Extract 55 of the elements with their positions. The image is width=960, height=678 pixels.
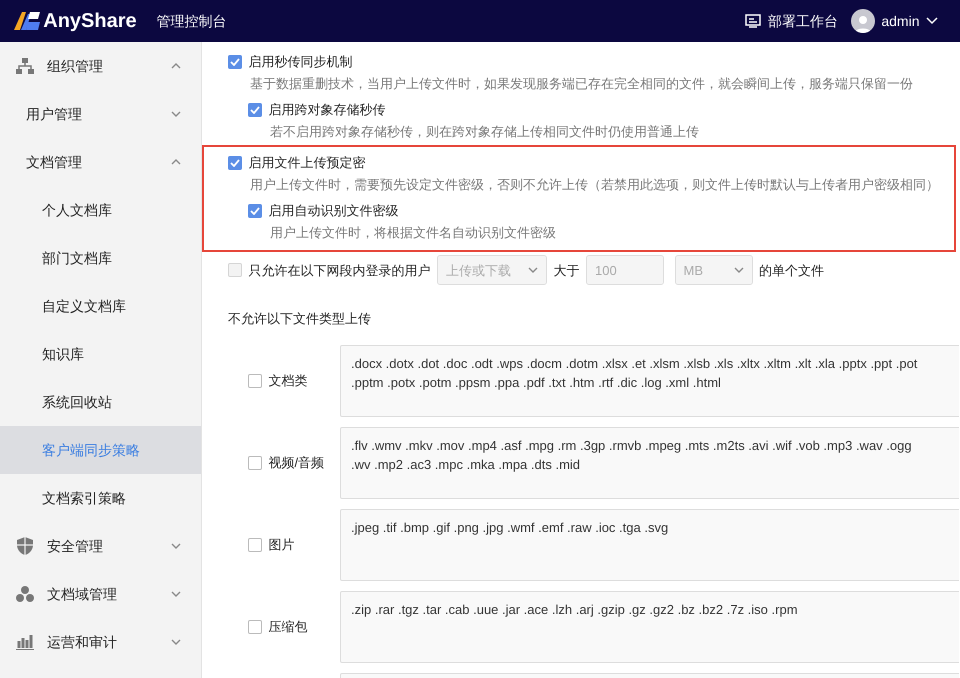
checkbox[interactable]	[228, 156, 242, 170]
option-description: 用户上传文件时，需要预先设定文件密级，否则不允许上传（若禁用此选项，则文件上传时默认与上传者用户密级相同）	[250, 176, 940, 194]
org-chart-icon	[16, 58, 34, 74]
checkbox[interactable]	[248, 538, 262, 552]
sidebar-item[interactable]: 部门文档库	[0, 234, 201, 282]
checkbox[interactable]	[248, 456, 262, 470]
circles-icon	[16, 586, 34, 602]
bar-chart-icon	[16, 634, 34, 650]
sidebar-item[interactable]: 用户管理	[0, 90, 201, 138]
category-label: 文档类	[268, 372, 308, 390]
chevron-up-icon[interactable]	[171, 63, 181, 69]
option-label: 启用秒传同步机制	[248, 53, 352, 72]
logo-icon	[14, 12, 40, 30]
sidebar-item[interactable]: 知识库	[0, 330, 201, 378]
checkbox[interactable]	[248, 374, 262, 388]
sidebar-item[interactable]: 运营和审计	[0, 618, 201, 666]
option-description: 若不启用跨对象存储秒传，则在跨对象存储上传相同文件时仍使用普通上传	[270, 122, 700, 140]
option-label: 启用自动识别文件密级	[268, 202, 398, 220]
user-name[interactable]: admin	[881, 10, 920, 32]
sidebar-item[interactable]: 文档索引策略	[0, 474, 201, 522]
option-description: 用户上传文件时，将根据文件名自动识别文件密级	[270, 224, 557, 242]
checkbox[interactable]	[248, 102, 262, 116]
option-label: 只允许在以下网段内登录的用户	[248, 262, 430, 280]
extensions-field[interactable]: .zip .rar .tgz .tar .cab .uue .jar .ace .lzh .arj .gzip .gz .gz2 .bz .bz2 .7z .iso .rpm	[340, 590, 959, 663]
sidebar-item[interactable]: 安全管理	[0, 522, 201, 570]
chevron-down-icon	[734, 267, 744, 274]
sidebar-item[interactable]: 文档管理	[0, 138, 201, 186]
sidebar-item[interactable]: 系统回收站	[0, 378, 201, 426]
sidebar-item[interactable]: 组织管理	[0, 42, 201, 90]
option-description: 基于数据重删技术，当用户上传文件时，如果发现服务端已存在完全相同的文件，就会瞬间上传，服务端只保留一份	[250, 75, 914, 93]
extensions-field[interactable]: .docx .dotx .dot .doc .odt .wps .docm .dotm .xlsx .et .xlsm .xlsb .xls .xltx .xltm .xlt .xla .pptx .ppt .pot .pptm .potx .potm .ppsm .ppa .pdf .txt .htm .rtf .dic .log .xml .html	[340, 344, 959, 417]
chevron-down-icon	[528, 267, 538, 274]
extensions-field[interactable]: .flv .wmv .mkv .mov .mp4 .asf .mpg .rm .3gp .rmvb .mpeg .mts .m2ts .avi .wif .vob .mp3 .wav .ogg .wv .mp2 .ac3 .mpc .mka .mpa .dts .mid	[340, 426, 959, 499]
monitor-icon	[745, 14, 762, 28]
size-label: 大于	[554, 262, 580, 280]
extensions-field[interactable]: .jpeg .tif .bmp .gif .png .jpg .wmf .emf .raw .ioc .tga .svg	[340, 508, 959, 581]
sidebar-item[interactable]: 文档域管理	[0, 570, 201, 618]
option-label: 启用文件上传预定密	[248, 154, 366, 172]
logo-text: AnyShare	[43, 9, 137, 34]
section-title: 不允许以下文件类型上传	[228, 310, 372, 328]
option-label: 启用跨对象存储秒传	[268, 100, 386, 119]
sidebar-item[interactable]: 自定义文档库	[0, 282, 201, 330]
checkbox[interactable]	[228, 55, 242, 69]
category-label: 图片	[268, 536, 294, 554]
avatar-icon	[850, 9, 875, 33]
chevron-up-icon[interactable]	[171, 159, 181, 165]
workbench-link[interactable]: 部署工作台	[768, 10, 838, 32]
console-title: 管理控制台	[156, 12, 227, 30]
category-label: 视频/音频	[268, 454, 324, 472]
category-label: 压缩包	[268, 618, 308, 636]
checkbox[interactable]	[248, 620, 262, 634]
sidebar-item[interactable]: 个人文档库	[0, 186, 201, 234]
checkbox[interactable]	[248, 204, 262, 218]
shield-icon	[16, 537, 34, 555]
option-label: 的单个文件	[759, 262, 824, 280]
